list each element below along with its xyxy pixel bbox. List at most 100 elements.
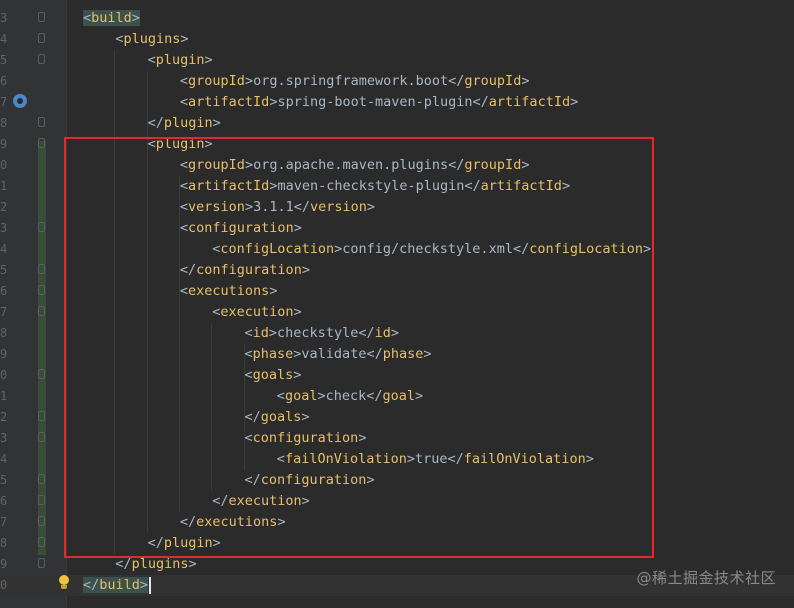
- fold-toggle-icon[interactable]: [38, 33, 45, 43]
- line-number: 7: [0, 305, 8, 319]
- line-number: 8: [0, 536, 8, 550]
- line-number: 5: [0, 53, 8, 67]
- fold-toggle-icon[interactable]: [38, 222, 45, 232]
- line-number: 2: [0, 200, 8, 214]
- tag-bracket: >: [244, 73, 254, 89]
- maven-run-icon[interactable]: [13, 94, 27, 108]
- code-text: <plugin>: [148, 50, 213, 71]
- line-number: 8: [0, 116, 8, 130]
- line-number: 6: [0, 284, 8, 298]
- fold-toggle-icon[interactable]: [38, 432, 45, 442]
- line-number: 0: [0, 158, 8, 172]
- tag-bracket: >: [204, 52, 213, 68]
- tag-bracket: <: [83, 10, 92, 26]
- tag-name: plugins: [131, 556, 189, 572]
- tag-name: plugins: [123, 31, 181, 47]
- tag-name: groupId: [188, 73, 245, 89]
- xml-tag: </plugins>: [115, 556, 196, 572]
- element-value: spring-boot-maven-plugin: [277, 94, 473, 110]
- code-line[interactable]: 6 <groupId>org.springframework.boot</grou…: [0, 71, 794, 92]
- code-text: </build>: [83, 575, 152, 596]
- code-line[interactable]: 7 <artifactId>spring-boot-maven-plugin</a…: [0, 92, 794, 113]
- code-text: <plugins>: [115, 29, 188, 50]
- fold-toggle-icon[interactable]: [38, 516, 45, 526]
- fold-toggle-icon[interactable]: [38, 285, 45, 295]
- tag-bracket: >: [188, 556, 197, 572]
- line-number: 4: [0, 242, 8, 256]
- line-number: 2: [0, 410, 8, 424]
- fold-toggle-icon[interactable]: [38, 474, 45, 484]
- line-number: 6: [0, 74, 8, 88]
- tag-name: build: [91, 10, 132, 26]
- xml-tag: <artifactId>: [180, 94, 278, 110]
- fold-toggle-icon[interactable]: [38, 537, 45, 547]
- line-number: 4: [0, 452, 8, 466]
- line-number: 3: [0, 431, 8, 445]
- tag-bracket: <: [179, 94, 189, 110]
- fold-toggle-icon[interactable]: [38, 54, 45, 64]
- fold-toggle-icon[interactable]: [38, 558, 45, 568]
- xml-tag: </build>: [83, 577, 149, 593]
- xml-tag: <groupId>: [180, 73, 253, 89]
- tag-bracket: >: [131, 10, 140, 26]
- code-line[interactable]: 8 </plugin>: [0, 113, 794, 134]
- code-text: <artifactId>spring-boot-maven-plugin</ar…: [180, 92, 578, 113]
- text-caret: [149, 576, 152, 594]
- line-number: 3: [0, 11, 8, 25]
- tag-bracket: >: [521, 73, 530, 89]
- line-number: 1: [0, 389, 8, 403]
- tag-name: artifactId: [488, 94, 571, 110]
- line-number: 4: [0, 32, 8, 46]
- fold-toggle-icon[interactable]: [38, 117, 45, 127]
- tag-bracket: >: [180, 31, 189, 47]
- line-number: 3: [0, 221, 8, 235]
- line-number: 5: [0, 263, 8, 277]
- tag-bracket: </: [472, 94, 489, 110]
- tag-bracket: <: [179, 73, 189, 89]
- xml-tag: </plugin>: [148, 115, 221, 131]
- lightbulb-icon[interactable]: [58, 575, 70, 591]
- line-number: 7: [0, 515, 8, 529]
- code-line[interactable]: 3 <build>: [0, 8, 794, 29]
- xml-tag: <plugins>: [115, 31, 188, 47]
- code-text: </plugin>: [148, 113, 221, 134]
- line-number: 0: [0, 578, 8, 592]
- tag-name: artifactId: [188, 94, 270, 110]
- line-number: 6: [0, 494, 8, 508]
- code-line[interactable]: 5 <plugin>: [0, 50, 794, 71]
- element-value: org.springframework.boot: [253, 73, 449, 89]
- tag-bracket: >: [570, 94, 579, 110]
- tag-bracket: </: [115, 556, 132, 572]
- code-line[interactable]: 4 <plugins>: [0, 29, 794, 50]
- tag-bracket: </: [147, 115, 164, 131]
- tag-name: plugin: [155, 52, 205, 68]
- line-number: 9: [0, 557, 8, 571]
- watermark: @稀土掘金技术社区: [636, 569, 776, 587]
- fold-toggle-icon[interactable]: [38, 306, 45, 316]
- tag-name: build: [99, 577, 140, 593]
- line-number: 0: [0, 368, 8, 382]
- line-number: 8: [0, 326, 8, 340]
- xml-tag: <build>: [83, 10, 140, 26]
- tag-bracket: </: [83, 577, 100, 593]
- code-text: <groupId>org.springframework.boot</group…: [180, 71, 530, 92]
- line-number: 7: [0, 95, 8, 109]
- tag-bracket: >: [212, 115, 221, 131]
- fold-toggle-icon[interactable]: [38, 495, 45, 505]
- tag-bracket: </: [448, 73, 465, 89]
- tag-name: groupId: [464, 73, 522, 89]
- tag-bracket: >: [139, 577, 149, 593]
- line-number: 9: [0, 137, 8, 151]
- fold-toggle-icon[interactable]: [38, 264, 45, 274]
- fold-toggle-icon[interactable]: [38, 12, 45, 22]
- highlight-annotation-box: [64, 137, 654, 558]
- line-number: 1: [0, 179, 8, 193]
- tag-name: plugin: [163, 115, 213, 131]
- fold-toggle-icon[interactable]: [38, 369, 45, 379]
- fold-toggle-icon[interactable]: [38, 411, 45, 421]
- fold-toggle-icon[interactable]: [38, 138, 45, 148]
- code-text: <build>: [83, 8, 140, 29]
- xml-tag: <plugin>: [148, 52, 213, 68]
- line-number: 5: [0, 473, 8, 487]
- tag-bracket: <: [147, 52, 156, 68]
